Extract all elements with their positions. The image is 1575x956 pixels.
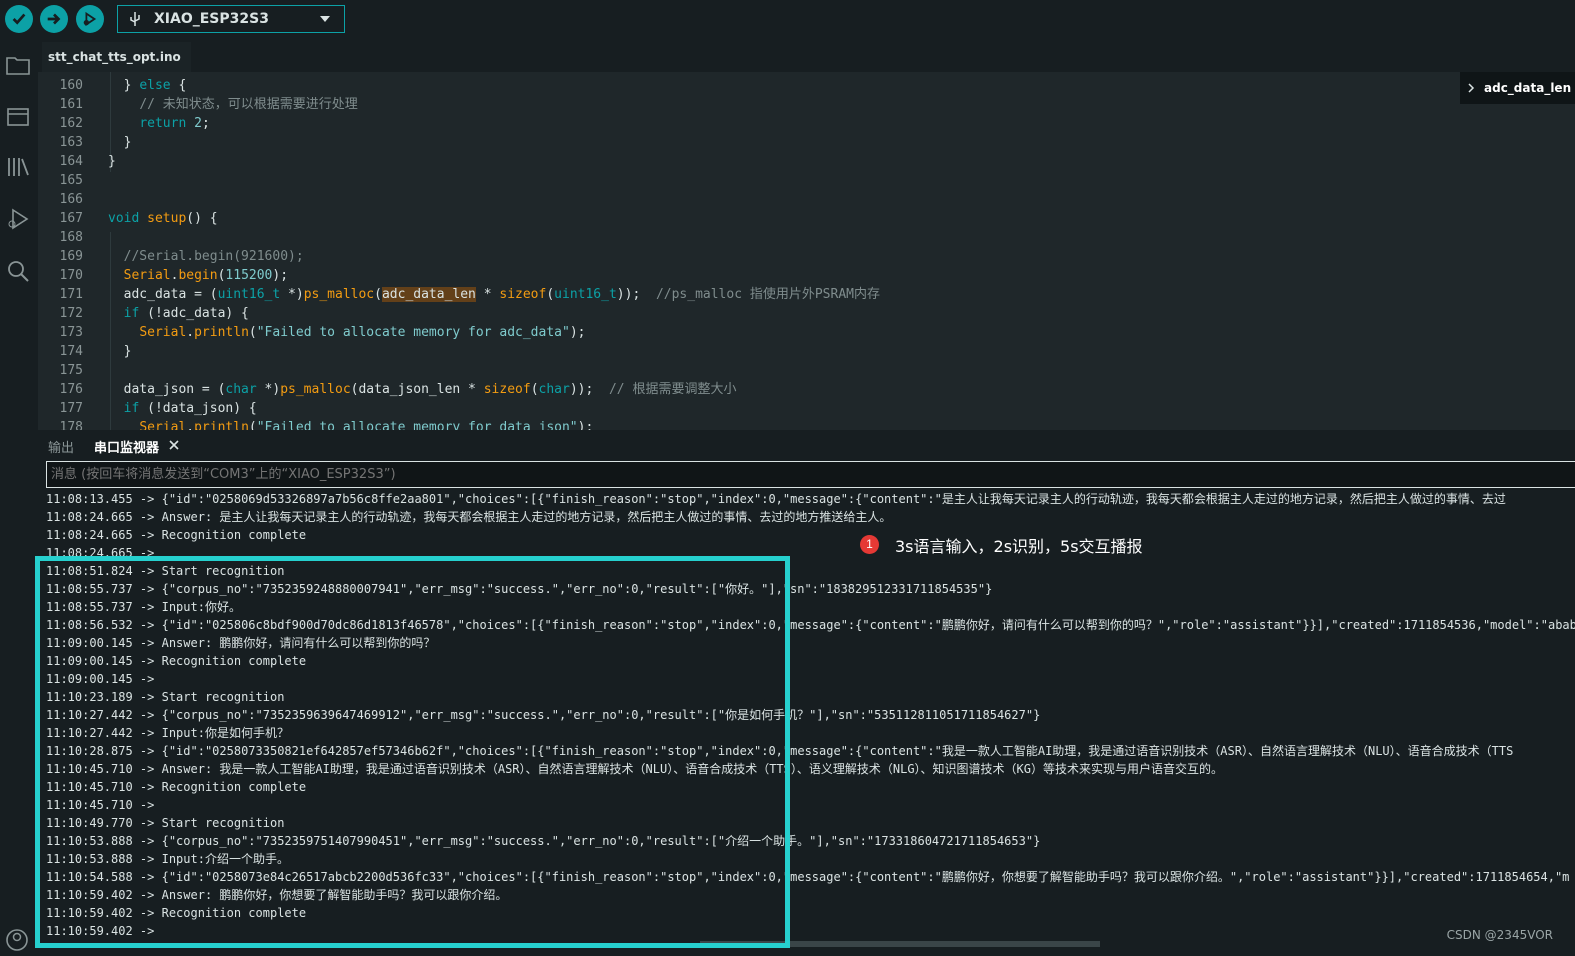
code-line: //Serial.begin(921600); (123, 249, 304, 264)
serial-line: 11:10:53.888 -> Input:介绍一个助手。 (46, 852, 289, 866)
serial-line: 11:08:55.737 -> Input:你好。 (46, 600, 241, 614)
serial-line: 11:10:23.189 -> Start recognition (46, 690, 285, 704)
serial-line: 11:08:56.532 -> {"id":"025806c8bdf900d70… (46, 618, 1575, 632)
serial-line: 11:09:00.145 -> Answer: 鹏鹏你好，请问有什么可以帮到你的… (46, 636, 436, 650)
serial-line: 11:08:55.737 -> {"corpus_no":"7352359248… (46, 582, 993, 596)
code-line: // 未知状态，可以根据需要进行处理 (139, 97, 358, 112)
line-number: 160 (59, 78, 83, 93)
code-line: } (108, 344, 132, 359)
code-line: void setup() { (108, 211, 218, 226)
usb-icon (130, 12, 140, 26)
line-number: 176 (59, 382, 83, 397)
outline-label: adc_data_len (1484, 81, 1572, 95)
line-number: 175 (59, 363, 83, 378)
watermark: CSDN @2345VOR (1446, 928, 1553, 942)
verify-button[interactable] (5, 5, 33, 33)
serial-monitor-output: 11:08:13.455 -> {"id":"0258069d53326897a… (38, 490, 1575, 955)
line-number: 173 (59, 325, 83, 340)
line-number: 174 (59, 344, 83, 359)
line-number: 177 (59, 401, 83, 416)
serial-line: 11:10:53.888 -> {"corpus_no":"7352359751… (46, 834, 1041, 848)
serial-line: 11:10:27.442 -> {"corpus_no":"7352359639… (46, 708, 1041, 722)
account-icon[interactable] (5, 928, 29, 952)
serial-line: 11:08:13.455 -> {"id":"0258069d53326897a… (46, 492, 1506, 506)
code-line: } (108, 135, 132, 150)
file-tab[interactable]: stt_chat_tts_opt.ino (42, 42, 191, 72)
search-icon[interactable] (5, 258, 31, 284)
panel-tab-bar: 输出 串口监视器 (38, 430, 1575, 460)
outline-breadcrumb[interactable]: adc_data_len (1460, 72, 1575, 104)
code-line: Serial.begin(115200); (123, 268, 289, 283)
code-line: Serial.println("Failed to allocate memor… (139, 325, 586, 340)
chevron-down-icon (320, 16, 330, 22)
tab-output[interactable]: 输出 (48, 437, 74, 456)
line-number: 161 (59, 97, 83, 112)
line-number: 167 (59, 211, 83, 226)
debug-icon (83, 11, 97, 27)
serial-line: 11:10:59.402 -> Recognition complete (46, 906, 307, 920)
code-line: adc_data = (uint16_t *)ps_malloc(adc_dat… (108, 287, 880, 302)
code-editor[interactable]: 160 161 162 163 164 165 166 167 168 169 … (38, 72, 1575, 430)
folder-icon[interactable] (5, 52, 31, 78)
upload-button[interactable] (40, 5, 68, 33)
board-manager-icon[interactable] (5, 104, 31, 130)
line-number-gutter: 160 161 162 163 164 165 166 167 168 169 … (38, 72, 102, 430)
code-line: } else { (108, 78, 187, 93)
line-number: 169 (59, 249, 83, 264)
code-line: if (!data_json) { (123, 401, 257, 416)
line-number: 171 (59, 287, 83, 302)
code-line: return 2; (139, 116, 210, 131)
serial-line: 11:10:27.442 -> Input:你是如何手机？ (46, 726, 289, 740)
check-icon (12, 13, 26, 25)
serial-message-input[interactable] (46, 461, 1575, 488)
debug-panel-icon[interactable] (5, 206, 31, 232)
code-line: Serial.println("Failed to allocate memor… (139, 420, 594, 430)
serial-line: 11:10:28.875 -> {"id":"0258073350821ef64… (46, 744, 1514, 758)
line-number: 162 (59, 116, 83, 131)
close-icon[interactable] (168, 439, 180, 451)
serial-line: 11:10:45.710 -> Recognition complete (46, 780, 307, 794)
line-number: 166 (59, 192, 83, 207)
code-line: data_json = (char *)ps_malloc(data_json_… (108, 382, 737, 397)
annotation-callout: 3s语言输入，2s识别，5s交互播报 (885, 529, 1147, 561)
serial-line: 11:10:45.710 -> (46, 798, 155, 812)
line-number: 168 (59, 230, 83, 245)
serial-line: 11:10:45.710 -> Answer: 我是一款人工智能AI助理，我是通… (46, 762, 1223, 776)
line-number: 164 (59, 154, 83, 169)
line-number: 163 (59, 135, 83, 150)
toolbar: XIAO_ESP32S3 (0, 0, 1575, 42)
annotation-badge: 1 (860, 535, 879, 554)
horizontal-scrollbar[interactable] (700, 941, 1100, 947)
code-line: } (108, 154, 116, 169)
code-line: if (!adc_data) { (123, 306, 249, 321)
editor-tab-bar: stt_chat_tts_opt.ino (38, 42, 1575, 72)
serial-line: 11:10:59.402 -> Answer: 鹏鹏你好，你想要了解智能助手吗？… (46, 888, 508, 902)
serial-line: 11:10:49.770 -> Start recognition (46, 816, 285, 830)
annotation-text: 3s语言输入，2s识别，5s交互播报 (895, 537, 1143, 556)
serial-line: 11:08:24.665 -> (46, 546, 155, 560)
board-selector[interactable]: XIAO_ESP32S3 (117, 5, 345, 33)
tab-serial-monitor[interactable]: 串口监视器 (94, 437, 159, 456)
serial-line: 11:09:00.145 -> Recognition complete (46, 654, 307, 668)
activity-bar (0, 42, 38, 955)
serial-line: 11:10:59.402 -> (46, 924, 155, 938)
library-icon[interactable] (5, 154, 31, 180)
serial-line: 11:10:54.588 -> {"id":"0258073e84c26517a… (46, 870, 1570, 884)
line-number: 165 (59, 173, 83, 188)
code-area: } else { // 未知状态，可以根据需要进行处理 return 2; } … (108, 72, 1508, 430)
line-number: 170 (59, 268, 83, 283)
line-number: 178 (59, 420, 83, 430)
serial-line: 11:08:24.665 -> Answer: 是主人让我每天记录主人的行动轨迹… (46, 510, 892, 524)
line-number: 172 (59, 306, 83, 321)
debug-button[interactable] (76, 5, 104, 33)
serial-line: 11:08:51.824 -> Start recognition (46, 564, 285, 578)
serial-line: 11:08:24.665 -> Recognition complete (46, 528, 307, 542)
board-name: XIAO_ESP32S3 (154, 11, 269, 27)
chevron-right-icon (1468, 83, 1475, 93)
arrow-right-icon (47, 13, 61, 25)
serial-line: 11:09:00.145 -> (46, 672, 155, 686)
